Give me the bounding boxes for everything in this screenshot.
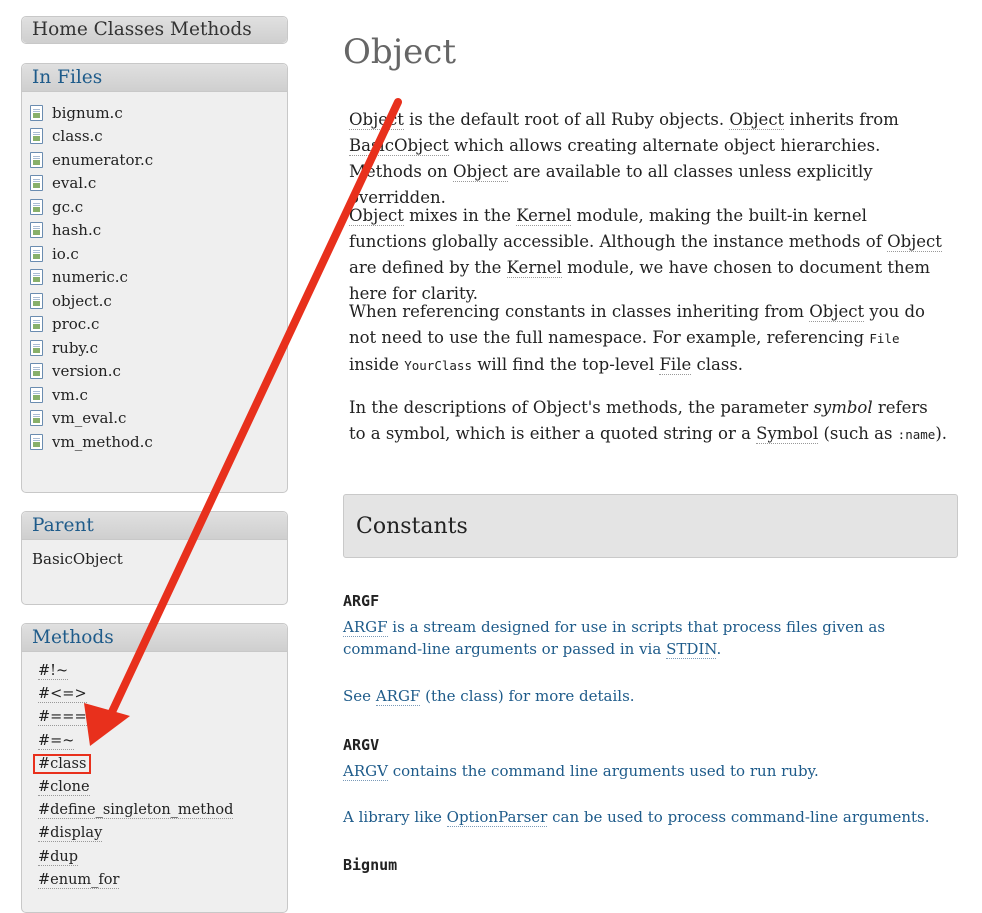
code-yourclass: YourClass xyxy=(404,358,472,373)
file-item[interactable]: gc.c xyxy=(30,195,287,219)
method-item[interactable]: #display xyxy=(38,825,287,848)
file-icon xyxy=(30,151,43,168)
method-item[interactable]: #!~ xyxy=(38,663,287,686)
file-icon xyxy=(30,104,43,121)
constants-heading: Constants xyxy=(343,494,958,558)
file-item[interactable]: bignum.c xyxy=(30,101,287,125)
file-icon xyxy=(30,269,43,286)
file-icon xyxy=(30,292,43,309)
method-item-class-highlighted[interactable]: #class xyxy=(33,753,287,779)
file-list: bignum.c class.c enumerator.c eval.c gc.… xyxy=(22,92,287,454)
file-item[interactable]: version.c xyxy=(30,360,287,384)
page-title: Object xyxy=(343,32,457,72)
file-icon xyxy=(30,410,43,427)
file-icon xyxy=(30,339,43,356)
description-paragraph-4: In the descriptions of Object's methods,… xyxy=(349,398,947,444)
constant-name-argf: ARGF xyxy=(343,592,380,610)
file-icon xyxy=(30,386,43,403)
parent-heading: Parent xyxy=(22,512,287,540)
description-paragraph-2: Object mixes in the Kernel module, makin… xyxy=(349,206,942,303)
method-list: #!~ #<=> #=== #=~ #class #clone #define_… xyxy=(22,652,287,895)
file-item[interactable]: ruby.c xyxy=(30,336,287,360)
file-item[interactable]: vm.c xyxy=(30,383,287,407)
methods-heading: Methods xyxy=(22,624,287,652)
constant-name-bignum: Bignum xyxy=(343,856,398,874)
file-icon xyxy=(30,175,43,192)
object-link[interactable]: Object xyxy=(887,232,942,252)
file-link[interactable]: File xyxy=(659,355,692,375)
object-link[interactable]: Object xyxy=(809,302,865,322)
object-link[interactable]: Object xyxy=(729,110,785,130)
description-paragraph-3: When referencing constants in classes in… xyxy=(349,302,925,375)
file-icon xyxy=(30,363,43,380)
file-icon xyxy=(30,245,43,262)
file-item[interactable]: object.c xyxy=(30,289,287,313)
file-item[interactable]: vm_eval.c xyxy=(30,407,287,431)
file-item[interactable]: hash.c xyxy=(30,219,287,243)
file-icon xyxy=(30,433,43,450)
method-item[interactable]: #<=> xyxy=(38,686,287,709)
object-link[interactable]: Object xyxy=(349,206,404,226)
constant-desc-argv: ARGV contains the command line arguments… xyxy=(343,762,819,781)
file-item[interactable]: numeric.c xyxy=(30,266,287,290)
basicobject-link[interactable]: BasicObject xyxy=(349,136,449,156)
argf-link[interactable]: ARGF xyxy=(375,687,421,706)
file-item[interactable]: proc.c xyxy=(30,313,287,337)
methods-panel: Methods #!~ #<=> #=== #=~ #class #clone … xyxy=(21,623,288,913)
constant-name-argv: ARGV xyxy=(343,736,380,754)
code-name: :name xyxy=(897,427,936,442)
parent-panel: Parent BasicObject xyxy=(21,511,288,605)
method-item[interactable]: #clone xyxy=(38,778,287,802)
method-item[interactable]: #define_singleton_method xyxy=(38,802,287,825)
kernel-link[interactable]: Kernel xyxy=(506,258,562,278)
argv-link[interactable]: ARGV xyxy=(343,762,388,781)
file-item[interactable]: io.c xyxy=(30,242,287,266)
nav-links[interactable]: Home Classes Methods xyxy=(22,17,287,43)
code-file: File xyxy=(869,331,900,346)
method-item[interactable]: #=~ xyxy=(38,732,287,756)
file-item[interactable]: eval.c xyxy=(30,172,287,196)
method-item[interactable]: #enum_for xyxy=(38,871,287,895)
stdin-link[interactable]: STDIN xyxy=(666,640,717,659)
parent-link[interactable]: BasicObject xyxy=(22,540,287,568)
file-item[interactable]: enumerator.c xyxy=(30,148,287,172)
file-icon xyxy=(30,128,43,145)
method-item[interactable]: #=== xyxy=(38,709,287,732)
constant-note-argv: A library like OptionParser can be used … xyxy=(343,808,930,827)
object-link[interactable]: Object xyxy=(452,162,508,182)
argf-link[interactable]: ARGF xyxy=(343,618,388,637)
nav-panel: Home Classes Methods xyxy=(21,16,288,44)
description-paragraph-1: Object is the default root of all Ruby o… xyxy=(349,110,899,207)
file-icon xyxy=(30,316,43,333)
kernel-link[interactable]: Kernel xyxy=(516,206,572,226)
constant-note-argf: See ARGF (the class) for more details. xyxy=(343,687,635,706)
file-item[interactable]: vm_method.c xyxy=(30,430,287,454)
in-files-panel: In Files bignum.c class.c enumerator.c e… xyxy=(21,63,288,493)
symbol-link[interactable]: Symbol xyxy=(756,424,819,444)
in-files-heading: In Files xyxy=(22,64,287,92)
optionparser-link[interactable]: OptionParser xyxy=(446,808,548,827)
file-item[interactable]: class.c xyxy=(30,125,287,149)
method-item[interactable]: #dup xyxy=(38,848,287,872)
object-link[interactable]: Object xyxy=(349,110,404,130)
file-icon xyxy=(30,198,43,215)
file-icon xyxy=(30,222,43,239)
constant-desc-argf: ARGF is a stream designed for use in scr… xyxy=(343,618,886,659)
